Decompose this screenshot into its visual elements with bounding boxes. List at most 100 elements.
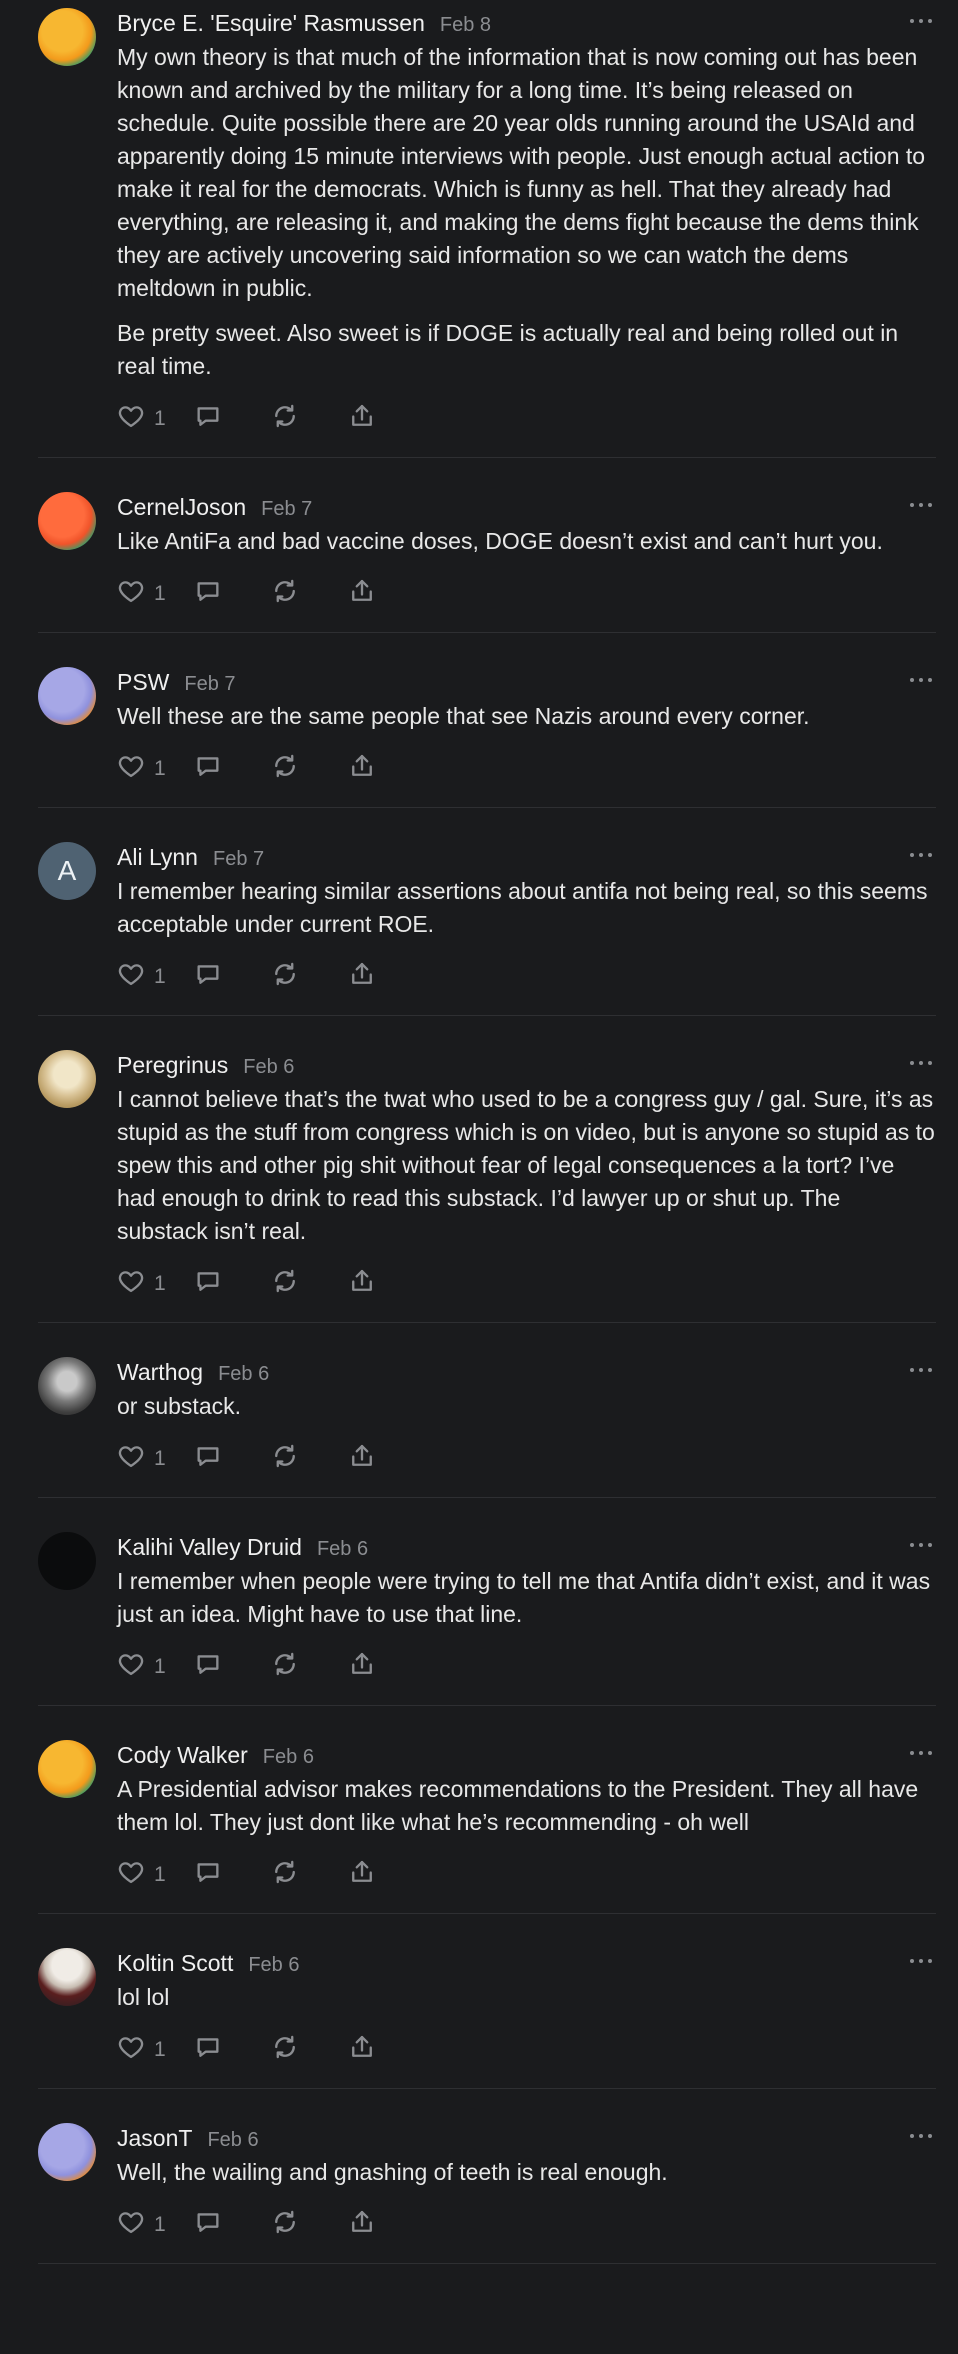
- restack-icon: [271, 1442, 299, 1476]
- like-button[interactable]: 1: [117, 1858, 194, 1892]
- share-button[interactable]: [348, 2033, 425, 2067]
- restack-icon: [271, 2208, 299, 2242]
- comment-date[interactable]: Feb 7: [261, 494, 312, 524]
- like-button[interactable]: 1: [117, 2208, 194, 2242]
- restack-button[interactable]: [271, 402, 348, 436]
- restack-button[interactable]: [271, 2033, 348, 2067]
- share-button[interactable]: [348, 752, 425, 786]
- like-button[interactable]: 1: [117, 960, 194, 994]
- comment-date[interactable]: Feb 6: [218, 1359, 269, 1389]
- comment-text: Well, the wailing and gnashing of teeth …: [117, 2156, 937, 2189]
- reply-button[interactable]: [194, 2208, 271, 2242]
- share-button[interactable]: [348, 402, 425, 436]
- like-button[interactable]: 1: [117, 2033, 194, 2067]
- restack-button[interactable]: [271, 1442, 348, 1476]
- like-count: 1: [154, 1447, 166, 1470]
- reply-button[interactable]: [194, 1267, 271, 1301]
- reply-button[interactable]: [194, 2033, 271, 2067]
- more-icon[interactable]: [910, 1748, 932, 1758]
- author-name[interactable]: Peregrinus: [117, 1050, 228, 1080]
- author-name[interactable]: Kalihi Valley Druid: [117, 1532, 302, 1562]
- restack-icon: [271, 1858, 299, 1892]
- share-button[interactable]: [348, 1858, 425, 1892]
- more-icon[interactable]: [910, 850, 932, 860]
- heart-icon: [117, 1650, 145, 1684]
- comment-date[interactable]: Feb 6: [263, 1742, 314, 1772]
- restack-button[interactable]: [271, 1858, 348, 1892]
- author-name[interactable]: JasonT: [117, 2123, 192, 2153]
- share-button[interactable]: [348, 960, 425, 994]
- comment-date[interactable]: Feb 7: [213, 844, 264, 874]
- avatar[interactable]: [38, 492, 96, 550]
- like-button[interactable]: 1: [117, 1442, 194, 1476]
- author-name[interactable]: Cody Walker: [117, 1740, 248, 1770]
- share-button[interactable]: [348, 577, 425, 611]
- avatar[interactable]: A: [38, 842, 96, 900]
- more-icon[interactable]: [910, 500, 932, 510]
- restack-button[interactable]: [271, 577, 348, 611]
- share-icon: [348, 2033, 376, 2067]
- restack-button[interactable]: [271, 752, 348, 786]
- avatar[interactable]: [38, 1357, 96, 1415]
- avatar[interactable]: [38, 667, 96, 725]
- comment-date[interactable]: Feb 8: [440, 10, 491, 40]
- more-icon[interactable]: [910, 1365, 932, 1375]
- comment-icon: [194, 2033, 222, 2067]
- more-icon[interactable]: [910, 16, 932, 26]
- reply-button[interactable]: [194, 1858, 271, 1892]
- avatar[interactable]: [38, 1948, 96, 2006]
- reply-button[interactable]: [194, 752, 271, 786]
- comment-actions: 1: [117, 403, 937, 435]
- comment-meta: Koltin Scott Feb 6: [117, 1948, 937, 1978]
- share-button[interactable]: [348, 1650, 425, 1684]
- more-icon[interactable]: [910, 2131, 932, 2141]
- author-name[interactable]: Ali Lynn: [117, 842, 198, 872]
- comment-date[interactable]: Feb 6: [248, 1950, 299, 1980]
- author-name[interactable]: Bryce E. 'Esquire' Rasmussen: [117, 8, 425, 38]
- restack-button[interactable]: [271, 2208, 348, 2242]
- comment-text: A Presidential advisor makes recommendat…: [117, 1773, 937, 1839]
- restack-button[interactable]: [271, 960, 348, 994]
- like-button[interactable]: 1: [117, 1267, 194, 1301]
- comment-icon: [194, 1650, 222, 1684]
- author-name[interactable]: CernelJoson: [117, 492, 246, 522]
- reply-button[interactable]: [194, 1650, 271, 1684]
- reply-button[interactable]: [194, 960, 271, 994]
- comment-actions: 1: [117, 753, 937, 785]
- comment-date[interactable]: Feb 6: [207, 2125, 258, 2155]
- like-count: 1: [154, 582, 166, 605]
- more-icon[interactable]: [910, 1956, 932, 1966]
- comment-actions: 1: [117, 2034, 937, 2066]
- avatar[interactable]: [38, 8, 96, 66]
- comment-date[interactable]: Feb 6: [243, 1052, 294, 1082]
- more-icon[interactable]: [910, 1540, 932, 1550]
- reply-button[interactable]: [194, 1442, 271, 1476]
- like-button[interactable]: 1: [117, 402, 194, 436]
- like-count: 1: [154, 2038, 166, 2061]
- comment-icon: [194, 402, 222, 436]
- like-button[interactable]: 1: [117, 1650, 194, 1684]
- comment-paragraph: Be pretty sweet. Also sweet is if DOGE i…: [117, 320, 899, 379]
- restack-button[interactable]: [271, 1650, 348, 1684]
- share-button[interactable]: [348, 1442, 425, 1476]
- comment: Peregrinus Feb 6 I cannot believe that’s…: [38, 1016, 936, 1323]
- comment-text: I cannot believe that’s the twat who use…: [117, 1083, 937, 1248]
- author-name[interactable]: Warthog: [117, 1357, 203, 1387]
- author-name[interactable]: Koltin Scott: [117, 1948, 233, 1978]
- share-button[interactable]: [348, 1267, 425, 1301]
- reply-button[interactable]: [194, 577, 271, 611]
- avatar[interactable]: [38, 2123, 96, 2181]
- restack-button[interactable]: [271, 1267, 348, 1301]
- share-button[interactable]: [348, 2208, 425, 2242]
- avatar[interactable]: [38, 1740, 96, 1798]
- like-button[interactable]: 1: [117, 752, 194, 786]
- avatar[interactable]: [38, 1050, 96, 1108]
- like-button[interactable]: 1: [117, 577, 194, 611]
- author-name[interactable]: PSW: [117, 667, 169, 697]
- comment-date[interactable]: Feb 6: [317, 1534, 368, 1564]
- more-icon[interactable]: [910, 675, 932, 685]
- reply-button[interactable]: [194, 402, 271, 436]
- more-icon[interactable]: [910, 1058, 932, 1068]
- comment-date[interactable]: Feb 7: [184, 669, 235, 699]
- avatar[interactable]: [38, 1532, 96, 1590]
